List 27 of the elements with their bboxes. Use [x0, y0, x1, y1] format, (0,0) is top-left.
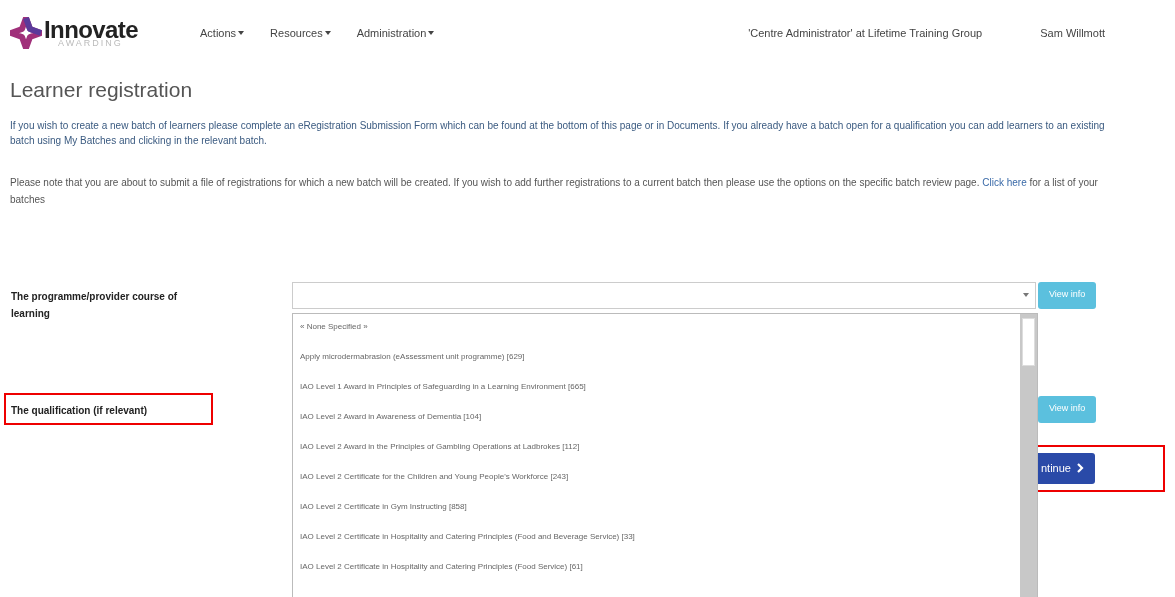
chevron-right-icon [1077, 463, 1084, 473]
caret-icon [238, 31, 245, 35]
intro-paragraph: If you wish to create a new batch of learners please complete an eRegistration Submission Form which can be found at the bottom of this page or in Documents. If you already have a batch open for a qualification you can add learners to an existing batch using My Batches and clicking in the relevant batch. [10, 118, 1106, 148]
dropdown-option[interactable]: IAO Level 2 Certificate in Hospitality and Catering Principles (Food Service) [61] [300, 561, 1020, 591]
field-label: The qualification (if relevant) [11, 403, 149, 418]
logo-tagline: AWARDING [57, 39, 124, 48]
role-text: 'Centre Administrator' at Lifetime Training Group [748, 25, 983, 41]
nav-menu[interactable]: Actions [200, 24, 245, 42]
dropdown-option[interactable]: « None Specified » [300, 321, 1020, 351]
dropdown-option[interactable]: IAO Level 2 Certificate in Gym Instructing [858] [300, 501, 1020, 531]
nav-menu[interactable]: Administration [356, 24, 435, 42]
caret-icon [1023, 293, 1029, 297]
batches-link[interactable]: Click here [982, 176, 1027, 188]
star-logo-icon [10, 17, 42, 49]
caret-icon [324, 31, 331, 35]
dropdown-option[interactable]: IAO Level 2 Certificate in Hospitality and Catering Principles (Food and Beverage Service) [33] [300, 531, 1020, 561]
dropdown-option[interactable]: IAO Level 1 Award in Principles of Safeguarding in a Learning Environment [665] [300, 381, 1020, 411]
caret-icon [428, 31, 435, 35]
select-field[interactable] [292, 281, 1036, 309]
note-paragraph: Please note that you are about to submit a file of registrations for which a new batch will be created. If you wish to add further registrations to a current batch then please use the options on the specific batch review page. Click here for a list of your batches [10, 175, 1099, 207]
nav-menu[interactable]: Resources [270, 24, 331, 42]
scrollbar[interactable] [1020, 314, 1037, 597]
user-menu[interactable]: Sam Willmott [1040, 24, 1105, 42]
page-title: Learner registration [10, 77, 194, 103]
field-label: The programme/provider course of learning [11, 289, 179, 321]
dropdown-option[interactable]: Apply microdermabrasion (eAssessment unit programme) [629] [300, 351, 1020, 381]
dropdown-option[interactable]: IAO Level 2 Award in Awareness of Dementia [104] [300, 411, 1020, 441]
